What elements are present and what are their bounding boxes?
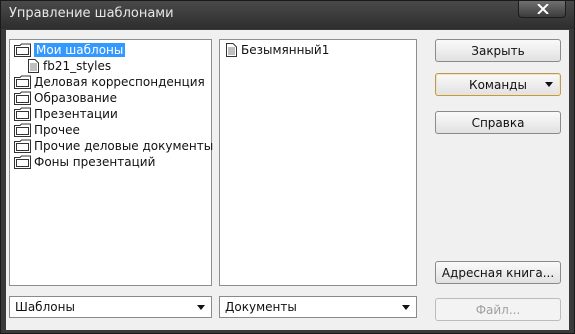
chevron-down-icon[interactable] [197, 305, 205, 310]
tree-item-folder[interactable]: Прочее [14, 122, 80, 138]
documents-list[interactable]: Безымянный1 [219, 39, 417, 286]
window-title: Управление шаблонами [9, 6, 174, 21]
close-button-label: Закрыть [471, 43, 525, 58]
documents-combo-value: Документы [225, 300, 297, 314]
tree-item-label: fb21_styles [43, 59, 112, 73]
tree-item-label: Презентации [34, 107, 118, 121]
documents-combo[interactable]: Документы [219, 296, 417, 318]
help-button[interactable]: Справка [435, 111, 561, 134]
templates-combo[interactable]: Шаблоны [9, 296, 212, 318]
folder-icon [14, 91, 31, 105]
tree-item-folder[interactable]: Прочие деловые документы [14, 138, 213, 154]
folder-icon [14, 107, 31, 121]
list-item[interactable]: Безымянный1 [226, 42, 329, 58]
chevron-down-icon [545, 82, 553, 87]
tree-item-folder[interactable]: Фоны презентаций [14, 154, 155, 170]
folder-icon [14, 123, 31, 137]
folder-icon [14, 43, 31, 57]
file-button[interactable]: Файл... [435, 298, 561, 321]
document-icon [28, 59, 39, 73]
window-close-button[interactable] [518, 1, 566, 18]
commands-button[interactable]: Команды [435, 73, 561, 96]
tree-item-label: Деловая корреспонденция [34, 75, 205, 89]
tree-item-folder[interactable]: Мои шаблоны [14, 42, 126, 58]
folder-icon [14, 155, 31, 169]
title-bar[interactable]: Управление шаблонами [1, 1, 574, 29]
templates-combo-value: Шаблоны [15, 300, 75, 314]
tree-item-label: Прочее [34, 123, 80, 137]
chevron-down-icon[interactable] [402, 305, 410, 310]
tree-item-folder[interactable]: Презентации [14, 106, 118, 122]
commands-button-label: Команды [469, 77, 527, 92]
tree-item-folder[interactable]: Деловая корреспонденция [14, 74, 205, 90]
document-icon [226, 43, 237, 57]
categories-tree[interactable]: Мои шаблоны fb21_styles Деловая корреспонд… [9, 39, 213, 286]
template-manager-dialog: Управление шаблонами Мои шаблоны fb21_sty… [0, 0, 575, 334]
file-button-label: Файл... [475, 302, 521, 317]
tree-item-template[interactable]: fb21_styles [28, 58, 111, 74]
folder-icon [14, 139, 31, 153]
tree-item-label: Фоны презентаций [34, 155, 156, 169]
address-book-button[interactable]: Адресная книга... [435, 261, 561, 284]
address-book-button-label: Адресная книга... [441, 265, 555, 280]
tree-item-label: Мои шаблоны [34, 43, 126, 57]
tree-item-label: Образование [34, 91, 117, 105]
tree-item-label: Прочие деловые документы [34, 139, 214, 153]
help-button-label: Справка [471, 115, 525, 130]
dialog-client-area: Мои шаблоны fb21_styles Деловая корреспонд… [6, 30, 569, 330]
close-button[interactable]: Закрыть [435, 39, 561, 62]
list-item-label: Безымянный1 [241, 43, 330, 57]
close-icon [537, 4, 549, 14]
folder-icon [14, 75, 31, 89]
tree-item-folder[interactable]: Образование [14, 90, 117, 106]
